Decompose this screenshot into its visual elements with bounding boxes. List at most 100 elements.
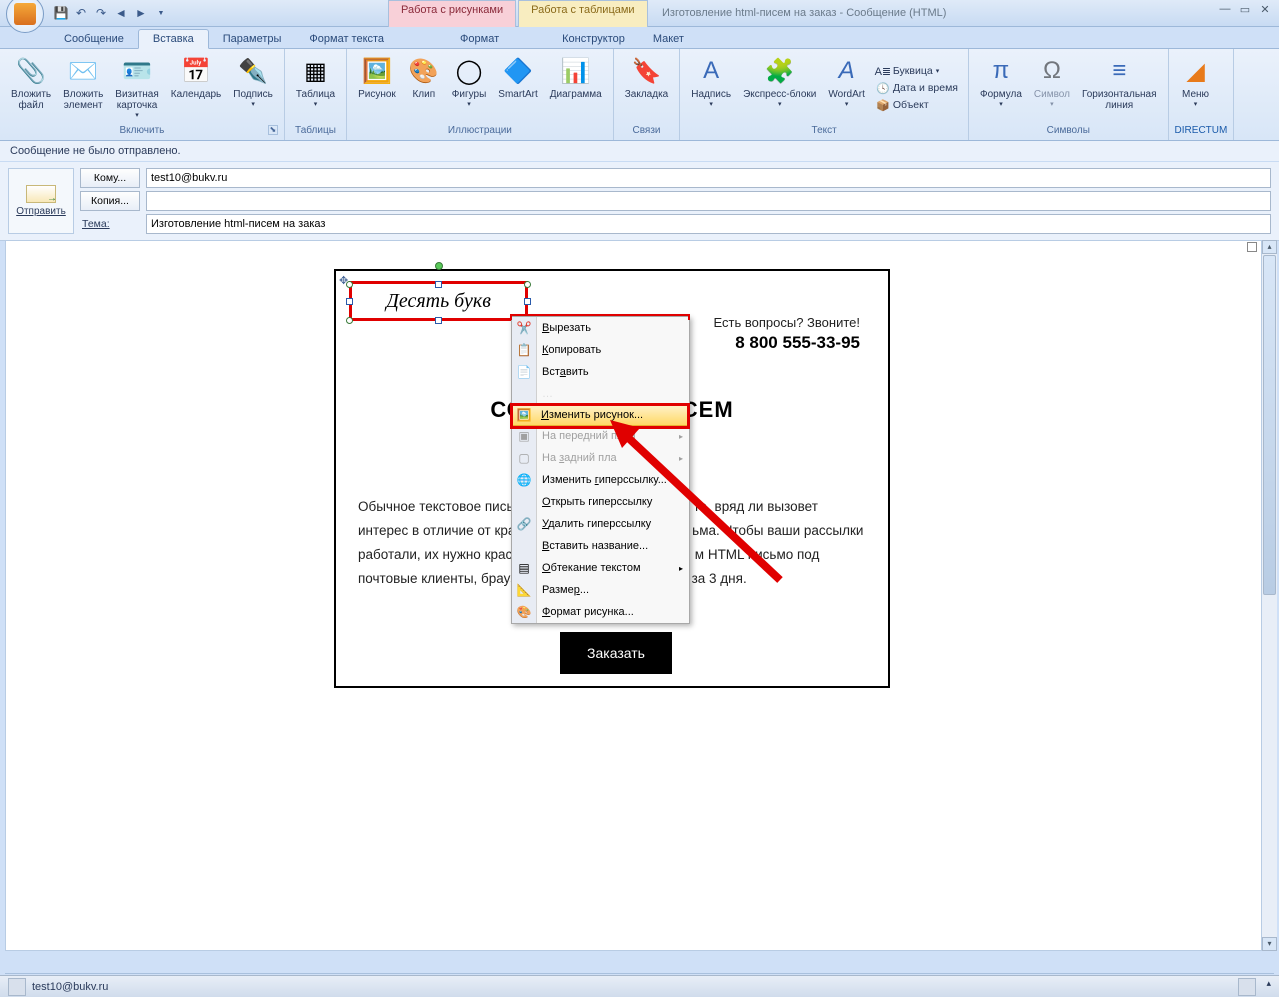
ctx-size[interactable]: 📐Размер... (512, 579, 689, 601)
ctx-paste[interactable]: 📄Вставить (512, 361, 689, 383)
table-tools-tab[interactable]: Работа с таблицами (518, 0, 647, 27)
maximize-icon[interactable]: ▭ (1237, 3, 1253, 16)
ctx-edit-hyperlink[interactable]: 🌐Изменить гиперссылку... (512, 469, 689, 491)
bookmark-icon: 🔖 (630, 55, 662, 87)
smartart-button[interactable]: 🔷SmartArt (493, 52, 542, 124)
directum-menu-button[interactable]: ◢Меню▾ (1175, 52, 1217, 124)
ctx-remove-hyperlink[interactable]: 🔗Удалить гиперссылку (512, 513, 689, 535)
contact-phone: 8 800 555-33-95 (714, 333, 860, 353)
datetime-icon: 🕓 (876, 81, 890, 95)
resize-handle[interactable] (524, 298, 531, 305)
ctx-open-hyperlink[interactable]: Открыть гиперссылку (512, 491, 689, 513)
ctx-copy[interactable]: 📋Копировать (512, 339, 689, 361)
chart-button[interactable]: 📊Диаграмма (545, 52, 607, 124)
resize-handle[interactable] (435, 281, 442, 288)
attach-item-button[interactable]: ✉️Вложитьэлемент (58, 52, 108, 124)
symbol-button[interactable]: ΩСимвол▾ (1029, 52, 1075, 124)
object-button[interactable]: 📦Объект (872, 97, 962, 113)
quick-parts-icon: 🧩 (764, 55, 796, 87)
to-button[interactable]: Кому... (80, 168, 140, 188)
rotate-handle[interactable] (435, 262, 443, 270)
wordart-button[interactable]: AWordArt▾ (823, 52, 870, 124)
ctx-change-picture[interactable]: 🖼️Изменить рисунок... (511, 404, 690, 426)
save-icon[interactable]: 💾 (52, 4, 70, 22)
qat-dropdown-icon[interactable]: ▼ (152, 4, 170, 22)
signature-icon: ✒️ (237, 55, 269, 87)
dropcap-button[interactable]: A≣Буквица ▾ (872, 63, 962, 79)
business-card-button[interactable]: 🪪Визитнаякарточка▾ (110, 52, 164, 124)
ctx-cut[interactable]: ✂️Вырезать (512, 317, 689, 339)
tab-layout[interactable]: Макет (639, 30, 698, 48)
chevron-up-icon[interactable]: ▴ (1266, 978, 1271, 996)
tab-text-format[interactable]: Формат текста (295, 30, 398, 48)
textbox-button[interactable]: AНадпись▾ (686, 52, 736, 124)
resize-handle[interactable] (346, 317, 353, 324)
subject-label: Тема: (80, 218, 140, 230)
redo-icon[interactable]: ↷ (92, 4, 110, 22)
subject-field[interactable] (146, 214, 1271, 234)
picture-tools-tab[interactable]: Работа с рисунками (388, 0, 516, 27)
scroll-down-icon[interactable]: ▾ (1262, 937, 1277, 951)
hline-button[interactable]: ≡Горизонтальнаялиния (1077, 52, 1162, 124)
ctx-format-picture[interactable]: 🎨Формат рисунка... (512, 601, 689, 623)
ctx-insert-caption[interactable]: Вставить название... (512, 535, 689, 557)
signature-button[interactable]: ✒️Подпись▾ (228, 52, 278, 124)
ctx-text-wrap[interactable]: ▤Обтекание текстом▸ (512, 557, 689, 579)
send-button[interactable]: Отправить (8, 168, 74, 234)
scroll-thumb[interactable] (1263, 255, 1276, 595)
group-tables: ▦Таблица▾ Таблицы (285, 49, 347, 140)
minimize-icon[interactable]: — (1217, 3, 1233, 16)
calendar-button[interactable]: 📅Календарь (166, 52, 226, 124)
pi-icon: π (985, 55, 1017, 87)
cut-icon: ✂️ (516, 320, 532, 336)
copy-icon: 📋 (516, 342, 532, 358)
close-icon[interactable]: ✕ (1257, 3, 1273, 16)
dropcap-icon: A≣ (876, 64, 890, 78)
resize-handle[interactable] (346, 298, 353, 305)
resize-handle[interactable] (435, 317, 442, 324)
quick-parts-button[interactable]: 🧩Экспресс-блоки▾ (738, 52, 821, 124)
cc-field[interactable] (146, 191, 1271, 211)
group-illustrations: 🖼️Рисунок 🎨Клип ◯Фигуры▾ 🔷SmartArt 📊Диаг… (347, 49, 614, 140)
window-title: Изготовление html-писем на заказ - Сообщ… (662, 7, 946, 19)
launcher-icon[interactable]: ⬊ (268, 125, 278, 135)
group-links: 🔖Закладка Связи (614, 49, 680, 140)
group-label: Связи (620, 124, 673, 138)
bookmark-button[interactable]: 🔖Закладка (620, 52, 673, 124)
shapes-button[interactable]: ◯Фигуры▾ (447, 52, 491, 124)
scroll-up-icon[interactable]: ▴ (1262, 240, 1277, 254)
next-icon[interactable]: ► (132, 4, 150, 22)
clip-icon: 🎨 (408, 55, 440, 87)
undo-icon[interactable]: ↶ (72, 4, 90, 22)
hyperlink-icon: 🌐 (516, 472, 532, 488)
order-button[interactable]: Заказать (560, 632, 672, 674)
to-field[interactable] (146, 168, 1271, 188)
wordart-icon: A (831, 55, 863, 87)
taskbar-right-icon[interactable] (1238, 978, 1256, 996)
datetime-button[interactable]: 🕓Дата и время (872, 80, 962, 96)
tab-message[interactable]: Сообщение (50, 30, 138, 48)
resize-handle[interactable] (346, 281, 353, 288)
format-icon: 🎨 (516, 604, 532, 620)
tab-constructor[interactable]: Конструктор (548, 30, 639, 48)
resize-handle[interactable] (524, 281, 531, 288)
change-picture-icon: 🖼️ (516, 407, 532, 423)
table-button[interactable]: ▦Таблица▾ (291, 52, 340, 124)
tab-params[interactable]: Параметры (209, 30, 296, 48)
equation-button[interactable]: πФормула▾ (975, 52, 1027, 124)
picture-button[interactable]: 🖼️Рисунок (353, 52, 401, 124)
prev-icon[interactable]: ◄ (112, 4, 130, 22)
logo-image[interactable]: Десять букв (353, 285, 524, 317)
vertical-scrollbar[interactable]: ▴ ▾ (1262, 240, 1277, 951)
group-label: Символы (975, 124, 1162, 138)
textbox-icon: A (695, 55, 727, 87)
tab-format[interactable]: Формат (446, 30, 513, 48)
contact-question: Есть вопросы? Звоните! (714, 315, 860, 330)
envelope-icon: ✉️ (67, 55, 99, 87)
taskbar-app-icon[interactable] (8, 978, 26, 996)
cc-button[interactable]: Копия... (80, 191, 140, 211)
clip-button[interactable]: 🎨Клип (403, 52, 445, 124)
tab-insert[interactable]: Вставка (138, 29, 209, 49)
ruler-split-icon[interactable] (1247, 242, 1257, 252)
attach-file-button[interactable]: 📎Вложитьфайл (6, 52, 56, 124)
